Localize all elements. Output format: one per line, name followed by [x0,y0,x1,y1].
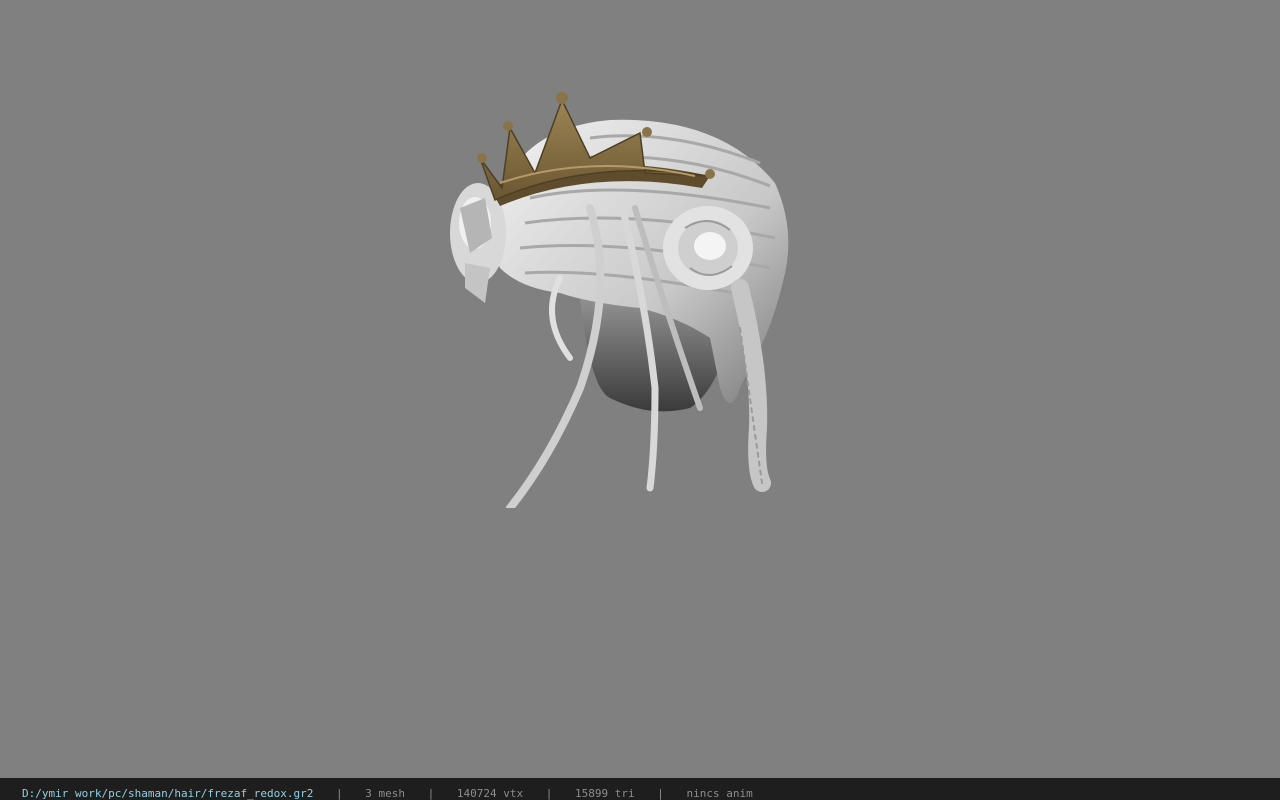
mesh-count: 3 mesh [365,787,406,800]
status-separator: | [427,787,435,800]
vertex-count: 140724 vtx [456,787,524,800]
status-bar: D:/ymir work/pc/shaman/hair/frezaf_redox… [0,778,1280,800]
status-separator: | [336,787,343,800]
file-path: D:/ymir work/pc/shaman/hair/frezaf_redox… [22,787,314,800]
3d-viewport[interactable] [0,0,1280,778]
status-separator: | [657,787,664,800]
anim-status: nincs anim [686,787,753,800]
triangle-count: 15899 tri [575,787,635,800]
status-separator: | [545,787,553,800]
rose-ornament [663,206,753,290]
hair-crown-model[interactable] [440,88,800,508]
